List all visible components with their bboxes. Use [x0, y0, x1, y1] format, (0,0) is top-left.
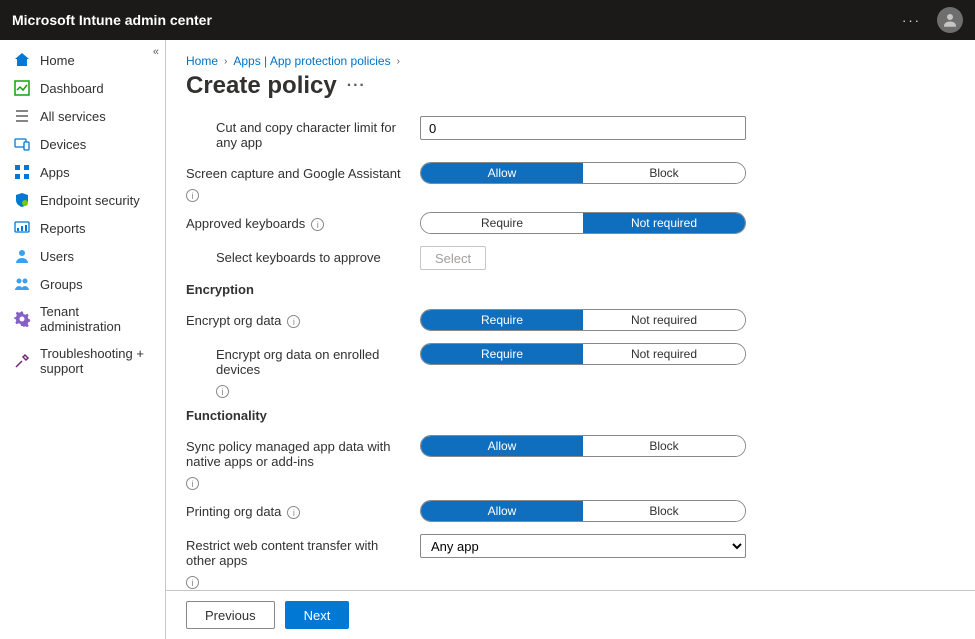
wizard-footer: Previous Next [166, 590, 975, 639]
info-icon[interactable]: i [287, 506, 300, 519]
label-screen-capture: Screen capture and Google Assistant [186, 166, 401, 181]
top-bar: Microsoft Intune admin center ··· [0, 0, 975, 40]
sidebar-item-label: Endpoint security [40, 193, 140, 208]
option-not-required[interactable]: Not required [583, 310, 745, 330]
approved-keyboards-toggle[interactable]: Require Not required [420, 212, 746, 234]
sidebar-item-devices[interactable]: Devices [0, 130, 165, 158]
sidebar-item-label: All services [40, 109, 106, 124]
label-encrypt-enrolled: Encrypt org data on enrolled devices [216, 347, 408, 377]
sidebar-item-all-services[interactable]: All services [0, 102, 165, 130]
sidebar-item-label: Devices [40, 137, 86, 152]
cut-copy-limit-input[interactable] [420, 116, 746, 140]
person-icon [941, 11, 959, 29]
next-button[interactable]: Next [285, 601, 350, 629]
chevron-right-icon: › [224, 56, 227, 67]
page-title: Create policy ··· [186, 72, 955, 100]
shield-icon [14, 192, 30, 208]
sidebar-item-dashboard[interactable]: Dashboard [0, 74, 165, 102]
option-block[interactable]: Block [583, 436, 745, 456]
select-keyboards-button: Select [420, 246, 486, 270]
gear-icon [14, 311, 30, 327]
screen-capture-toggle[interactable]: Allow Block [420, 162, 746, 184]
encrypt-enrolled-toggle[interactable]: Require Not required [420, 343, 746, 365]
info-icon[interactable]: i [216, 385, 229, 398]
sidebar-item-label: Dashboard [40, 81, 104, 96]
option-require[interactable]: Require [421, 213, 583, 233]
groups-icon [14, 276, 30, 292]
header-more-icon[interactable]: ··· [902, 13, 921, 28]
chevron-right-icon: › [397, 56, 400, 67]
sidebar-item-label: Troubleshooting + support [40, 346, 151, 376]
all-services-icon [14, 108, 30, 124]
sidebar-item-home[interactable]: Home [0, 46, 165, 74]
sidebar: « Home Dashboard All services Devices Ap… [0, 40, 166, 639]
label-printing: Printing org data [186, 504, 281, 519]
option-allow[interactable]: Allow [421, 163, 583, 183]
previous-button[interactable]: Previous [186, 601, 275, 629]
sidebar-item-troubleshooting[interactable]: Troubleshooting + support [0, 340, 165, 382]
collapse-sidebar-icon[interactable]: « [153, 46, 159, 58]
option-not-required[interactable]: Not required [583, 344, 745, 364]
account-avatar[interactable] [937, 7, 963, 33]
option-require[interactable]: Require [421, 310, 583, 330]
apps-icon [14, 164, 30, 180]
info-icon[interactable]: i [186, 189, 199, 202]
sync-policy-toggle[interactable]: Allow Block [420, 435, 746, 457]
sidebar-item-label: Groups [40, 277, 83, 292]
option-require[interactable]: Require [421, 344, 583, 364]
sidebar-item-label: Reports [40, 221, 86, 236]
label-restrict-web: Restrict web content transfer with other… [186, 538, 408, 568]
reports-icon [14, 220, 30, 236]
sidebar-item-tenant-admin[interactable]: Tenant administration [0, 298, 165, 340]
sidebar-item-users[interactable]: Users [0, 242, 165, 270]
sidebar-item-label: Users [40, 249, 74, 264]
label-approved-keyboards: Approved keyboards [186, 216, 305, 231]
section-functionality: Functionality [186, 408, 946, 423]
sidebar-item-groups[interactable]: Groups [0, 270, 165, 298]
dashboard-icon [14, 80, 30, 96]
info-icon[interactable]: i [186, 576, 199, 589]
info-icon[interactable]: i [287, 315, 300, 328]
product-title: Microsoft Intune admin center [12, 12, 212, 28]
breadcrumb-home[interactable]: Home [186, 54, 218, 68]
info-icon[interactable]: i [311, 218, 324, 231]
sidebar-item-label: Apps [40, 165, 70, 180]
label-select-keyboards: Select keyboards to approve [216, 250, 381, 265]
breadcrumb: Home › Apps | App protection policies › [186, 54, 955, 68]
user-icon [14, 248, 30, 264]
sidebar-item-label: Tenant administration [40, 304, 151, 334]
encrypt-org-toggle[interactable]: Require Not required [420, 309, 746, 331]
option-not-required[interactable]: Not required [583, 213, 745, 233]
devices-icon [14, 136, 30, 152]
restrict-web-select[interactable]: Any app [420, 534, 746, 558]
info-icon[interactable]: i [186, 477, 199, 490]
option-block[interactable]: Block [583, 163, 745, 183]
printing-toggle[interactable]: Allow Block [420, 500, 746, 522]
label-cut-copy-limit: Cut and copy character limit for any app [216, 120, 408, 150]
sidebar-item-reports[interactable]: Reports [0, 214, 165, 242]
label-encrypt-org: Encrypt org data [186, 313, 281, 328]
main-content: Home › Apps | App protection policies › … [166, 40, 975, 639]
option-allow[interactable]: Allow [421, 501, 583, 521]
breadcrumb-apps[interactable]: Apps | App protection policies [233, 54, 390, 68]
section-encryption: Encryption [186, 282, 946, 297]
label-sync-policy: Sync policy managed app data with native… [186, 439, 408, 469]
wrench-icon [14, 353, 30, 369]
option-allow[interactable]: Allow [421, 436, 583, 456]
sidebar-item-endpoint-security[interactable]: Endpoint security [0, 186, 165, 214]
sidebar-item-apps[interactable]: Apps [0, 158, 165, 186]
sidebar-item-label: Home [40, 53, 75, 68]
page-more-icon[interactable]: ··· [347, 77, 366, 95]
option-block[interactable]: Block [583, 501, 745, 521]
home-icon [14, 52, 30, 68]
